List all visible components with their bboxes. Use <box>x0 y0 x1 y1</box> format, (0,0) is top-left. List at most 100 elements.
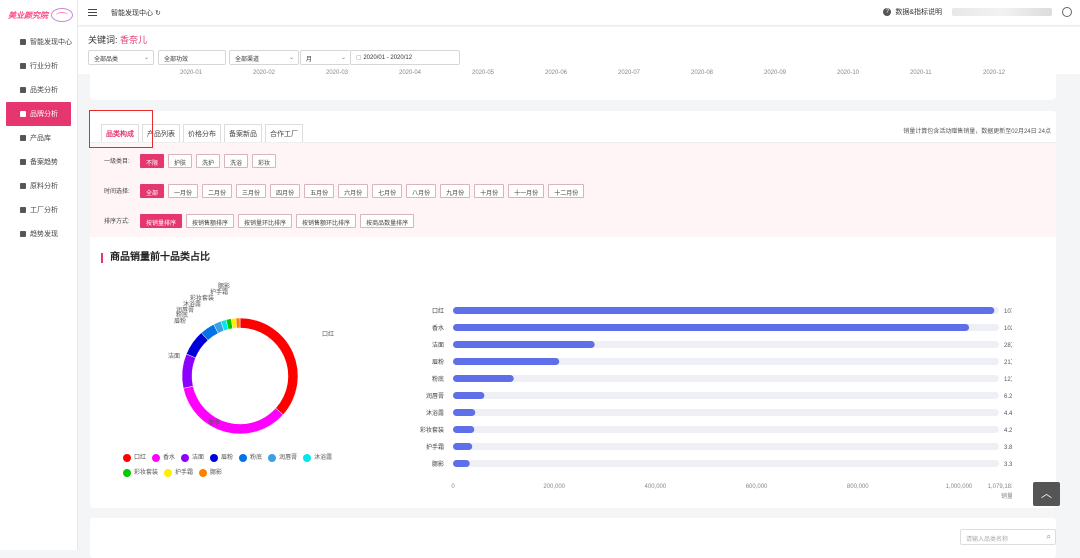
time-filter-chip[interactable]: 全部 <box>140 183 165 198</box>
sort-filter-chip[interactable]: 按销售额排序 <box>186 213 235 228</box>
user-avatar-icon[interactable] <box>1062 7 1072 17</box>
menu-toggle-icon[interactable] <box>88 9 97 16</box>
legend-item[interactable]: 口红 <box>123 452 146 464</box>
time-filter-chip[interactable]: 六月份 <box>338 183 369 198</box>
sidebar-item-label: 智能发现中心 <box>30 39 72 46</box>
bar-category-label: 口红 <box>432 307 444 315</box>
axis-tick-label: 2020-11 <box>910 70 932 76</box>
effect-select[interactable]: 全部功效 <box>158 50 226 65</box>
back-to-top-button[interactable]: ︿ <box>1033 482 1060 506</box>
time-filter-chip[interactable]: 七月份 <box>372 183 403 198</box>
category-filter-chip[interactable]: 彩妆 <box>252 153 277 168</box>
category-filter-row: 一级类目: 不限 护肤 洗护 洗浴 彩妆 <box>90 153 1056 168</box>
donut-slice[interactable] <box>235 317 241 329</box>
help-link[interactable]: 数据&指标说明 <box>895 7 942 17</box>
legend-label: 彩妆套装 <box>134 470 159 476</box>
tab-3[interactable]: 备案新品 <box>224 124 262 142</box>
sidebar-item-4[interactable]: 产品库 <box>0 126 77 150</box>
legend-item[interactable]: 洁面 <box>181 452 204 464</box>
time-filter-chip[interactable]: 十一月份 <box>508 183 545 198</box>
legend-item[interactable]: 彩妆套装 <box>123 467 158 479</box>
x-max-label: 1,079,183 <box>988 484 1012 490</box>
sidebar-item-8[interactable]: 趋势发现 <box>0 222 77 246</box>
donut-slice[interactable] <box>239 317 299 416</box>
bar-category-label: 洁面 <box>432 341 444 349</box>
bar[interactable] <box>453 307 995 314</box>
sidebar-item-3[interactable]: 品牌分析 <box>6 102 71 126</box>
donut-slice[interactable] <box>183 385 284 435</box>
x-tick-label: 200,000 <box>543 484 565 490</box>
bar-value-label: 3.8万+ <box>1004 444 1012 451</box>
bar[interactable] <box>453 409 476 416</box>
time-filter-chip[interactable]: 四月份 <box>270 183 301 198</box>
home-icon <box>20 39 26 45</box>
bar[interactable] <box>453 392 485 399</box>
period-select[interactable]: 月 ⌄ <box>300 50 350 65</box>
sidebar-item-label: 备案趋势 <box>30 159 58 166</box>
time-filter-chip[interactable]: 十二月份 <box>548 183 585 198</box>
legend-item[interactable]: 眉粉 <box>210 452 233 464</box>
time-filter-chip[interactable]: 五月份 <box>304 183 335 198</box>
x-tick-label: 800,000 <box>847 484 869 490</box>
refresh-icon[interactable]: ↻ <box>155 10 161 17</box>
bar-category-label: 护手霜 <box>426 443 444 451</box>
sort-filter-chip[interactable]: 按销量排序 <box>140 213 183 228</box>
sidebar-item-0[interactable]: 智能发现中心 <box>0 30 77 54</box>
legend-item[interactable]: 护手霜 <box>164 467 193 479</box>
time-filter-chip[interactable]: 二月份 <box>202 183 233 198</box>
legend-item[interactable]: 润唇膏 <box>268 452 297 464</box>
product-icon <box>20 135 26 141</box>
bar[interactable] <box>453 358 560 365</box>
tab-4[interactable]: 合作工厂 <box>265 124 303 142</box>
legend-swatch <box>268 454 277 462</box>
search-icon[interactable]: ⌕ <box>1047 532 1051 542</box>
date-range-picker[interactable]: ▢ 2020/01 - 2020/12 <box>350 50 460 65</box>
sidebar-item-2[interactable]: 品类分析 <box>0 78 77 102</box>
bar-value-label: 21万+ <box>1004 359 1012 366</box>
sidebar-item-6[interactable]: 原料分析 <box>0 174 77 198</box>
sort-filter-chip[interactable]: 按销售额环比排序 <box>296 213 357 228</box>
bar[interactable] <box>453 426 475 433</box>
category-filter-chip[interactable]: 洗浴 <box>224 153 249 168</box>
legend-item[interactable]: 腮影 <box>199 467 222 479</box>
logo[interactable]: 美业颜究院 <box>0 0 77 30</box>
time-filter-chip[interactable]: 八月份 <box>406 183 437 198</box>
time-filter-chip[interactable]: 三月份 <box>236 183 267 198</box>
sidebar-item-7[interactable]: 工厂分析 <box>0 198 77 222</box>
bar[interactable] <box>453 375 514 382</box>
help-icon[interactable]: ? <box>883 8 892 16</box>
sidebar-item-label: 行业分析 <box>30 63 58 70</box>
bar[interactable] <box>453 443 473 450</box>
legend-item[interactable]: 沐浴露 <box>303 452 332 464</box>
logo-mark-icon <box>51 8 73 22</box>
category-filter-chip[interactable]: 洗护 <box>196 153 221 168</box>
time-filter-chip[interactable]: 九月份 <box>440 183 471 198</box>
sidebar-item-5[interactable]: 备案趋势 <box>0 150 77 174</box>
bar-value-label: 4.4万+ <box>1004 410 1012 417</box>
bar[interactable] <box>453 341 595 348</box>
legend-swatch <box>123 469 131 477</box>
time-filter-chip[interactable]: 一月份 <box>168 183 199 198</box>
category-filter-chip[interactable]: 不限 <box>140 153 165 168</box>
sort-filter-chip[interactable]: 按商品数量排序 <box>360 213 415 228</box>
bar[interactable] <box>453 324 970 331</box>
category-search-input[interactable]: 请输入品类名称 ⌕ <box>960 529 1056 545</box>
category-filter-chip[interactable]: 护肤 <box>168 153 193 168</box>
legend-swatch <box>210 454 219 462</box>
sort-filter-chip[interactable]: 按销量环比排序 <box>238 213 293 228</box>
axis-tick-label: 2020-01 <box>180 70 203 76</box>
tab-2[interactable]: 价格分布 <box>183 124 221 142</box>
legend-item[interactable]: 粉底 <box>239 452 262 464</box>
donut-slice-label: 彩妆套装 <box>190 294 214 302</box>
axis-tick-label: 2020-09 <box>764 70 787 76</box>
category-select[interactable]: 全部品类 ⌄ <box>88 50 154 65</box>
bar[interactable] <box>453 460 470 467</box>
channel-select[interactable]: 全部渠道 ⌄ <box>229 50 299 65</box>
sidebar-item-label: 品牌分析 <box>30 111 58 118</box>
x-tick-label: 1,000,000 <box>946 484 973 490</box>
time-filter-chip[interactable]: 十月份 <box>474 183 505 198</box>
sidebar-item-1[interactable]: 行业分析 <box>0 54 77 78</box>
legend-item[interactable]: 香水 <box>152 452 175 464</box>
donut-slice[interactable] <box>181 353 196 389</box>
filter-area: 一级类目: 不限 护肤 洗护 洗浴 彩妆 时间选择: 全部 一月份 二月份 三月份 四月份 五月份 六月… <box>90 143 1056 237</box>
